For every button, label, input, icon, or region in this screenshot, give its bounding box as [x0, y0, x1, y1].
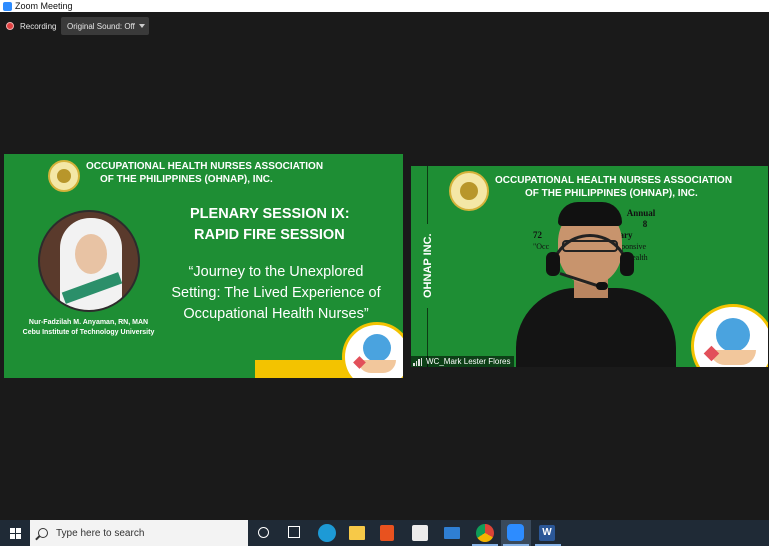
zoom-icon[interactable] — [507, 524, 524, 541]
word-icon[interactable]: W — [539, 525, 555, 541]
meeting-canvas: Recording Original Sound: Off OCCUPATION… — [0, 12, 769, 520]
shared-slide: OCCUPATIONAL HEALTH NURSES ASSOCIATION O… — [4, 154, 403, 378]
org-title-line1: OCCUPATIONAL HEALTH NURSES ASSOCIATION — [495, 175, 733, 186]
yellow-accent-bar — [255, 360, 349, 378]
vertical-rule-top — [427, 166, 428, 224]
speaker-affiliation: Cebu Institute of Technology University — [22, 329, 155, 336]
window-title-bar: Zoom Meeting — [0, 0, 769, 12]
ohnap-vertical-label: OHNAP INC. — [422, 233, 434, 299]
ohnap-seal-icon — [449, 171, 489, 211]
participant-name: WC_Mark Lester Flores — [426, 357, 511, 366]
edge-icon[interactable] — [318, 524, 336, 542]
slide-org-title: OCCUPATIONAL HEALTH NURSES ASSOCIATION O… — [86, 160, 323, 186]
globe-hands-icon — [691, 304, 768, 367]
org-title-line2: OF THE PHILIPPINES (OHNAP), INC. — [525, 188, 698, 199]
quote-line3: Occupational Health Nurses” — [183, 306, 369, 322]
participant-person — [506, 200, 681, 367]
chevron-down-icon[interactable] — [139, 24, 145, 28]
org-title-line2: OF THE PHILIPPINES (OHNAP), INC. — [100, 174, 273, 185]
signal-bars-icon — [413, 357, 423, 366]
session-quote: “Journey to the Unexplored Setting: The … — [161, 262, 391, 325]
search-placeholder: Type here to search — [56, 527, 145, 539]
zoom-logo-icon — [3, 1, 12, 11]
store-icon[interactable] — [412, 525, 428, 541]
participant-name-tag: WC_Mark Lester Flores — [411, 356, 515, 367]
speaker-caption: Nur-Fadzilah M. Anyaman, RN, MAN Cebu In… — [16, 318, 161, 338]
chrome-icon[interactable] — [476, 524, 494, 542]
session-title-line2: RAPID FIRE SESSION — [194, 227, 345, 243]
video-org-title: OCCUPATIONAL HEALTH NURSES ASSOCIATION O… — [495, 174, 732, 200]
quote-line2: Setting: The Lived Experience of — [171, 285, 381, 301]
cortana-icon[interactable] — [258, 527, 269, 538]
search-icon — [38, 528, 48, 538]
recording-dot-icon — [6, 22, 14, 30]
session-title-line1: PLENARY SESSION IX: — [190, 206, 350, 222]
globe-hands-icon — [342, 322, 403, 378]
speaker-name: Nur-Fadzilah M. Anyaman, RN, MAN — [28, 319, 149, 326]
participant-video[interactable]: OHNAP INC. OCCUPATIONAL HEALTH NURSES AS… — [411, 166, 768, 367]
ohnap-seal-icon — [48, 160, 80, 192]
task-view-icon[interactable] — [288, 526, 300, 538]
speaker-photo — [38, 210, 140, 312]
recording-indicator[interactable]: Recording — [6, 19, 56, 33]
session-title: PLENARY SESSION IX: RAPID FIRE SESSION — [190, 204, 350, 246]
start-button[interactable] — [0, 520, 30, 546]
recording-label: Recording — [20, 21, 57, 31]
original-sound-dropdown[interactable]: Original Sound: Off — [61, 17, 149, 35]
quote-line1: “Journey to the Unexplored — [188, 264, 364, 280]
original-sound-label: Original Sound: Off — [67, 21, 135, 31]
mail-icon[interactable] — [444, 527, 460, 539]
window-title: Zoom Meeting — [15, 1, 73, 11]
taskbar-search-box[interactable]: Type here to search — [30, 520, 248, 546]
file-explorer-icon[interactable] — [349, 526, 365, 540]
office-icon[interactable] — [380, 525, 394, 541]
windows-logo-icon — [9, 527, 21, 539]
org-title-line1: OCCUPATIONAL HEALTH NURSES ASSOCIATION — [86, 161, 324, 172]
